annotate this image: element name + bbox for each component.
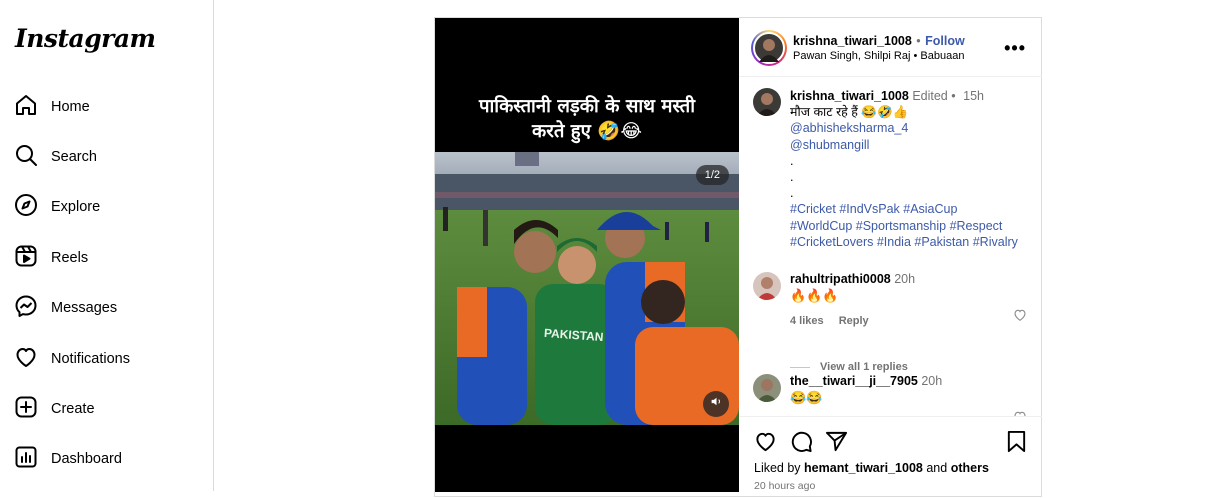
audio-track: Babuaan (920, 50, 965, 62)
comments-section: krishna_tiwari_1008 Edited • 15h मौज काट… (739, 78, 1042, 416)
separator-dot: • (916, 34, 921, 48)
edited-label: Edited (912, 89, 948, 103)
sidebar-item-label: Dashboard (51, 451, 122, 467)
avatar[interactable] (753, 272, 781, 300)
sidebar-item-label: Notifications (51, 351, 130, 367)
sidebar-item-home[interactable]: Home (14, 90, 90, 124)
post-actions: Liked by hemant_tiwari_1008 and others 2… (739, 416, 1042, 498)
post-author-username[interactable]: krishna_tiwari_1008 (793, 34, 912, 48)
sidebar-item-label: Messages (51, 300, 118, 316)
post-caption: krishna_tiwari_1008 Edited • 15h मौज काट… (790, 88, 1035, 250)
avatar (753, 32, 785, 64)
comment-item: the__tiwari__ji__7905 20h 😂😂 (790, 373, 1010, 406)
view-replies-label: View all 1 replies (820, 361, 908, 373)
comment-time: 20h (921, 374, 943, 388)
comment-item: rahultripathi0008 20h 🔥🔥🔥 4 likes Reply (790, 271, 1010, 330)
sidebar-item-search[interactable]: Search (14, 140, 97, 174)
instagram-logo[interactable]: Instagram (15, 24, 156, 53)
separator-dot: • (951, 89, 956, 103)
home-icon (14, 93, 38, 122)
caption-dot: . (790, 170, 794, 185)
overlay-line: करते हुए 🤣😂 (532, 121, 642, 142)
media-overlay-text: पाकिस्तानी लड़की के साथ मस्ती करते हुए 🤣… (435, 94, 739, 144)
hashtags[interactable]: #CricketLovers #India #Pakistan #Rivalry (790, 234, 1035, 250)
hashtags[interactable]: #Cricket #IndVsPak #AsiaCup (790, 201, 1035, 217)
sidebar-item-label: Create (51, 401, 95, 417)
bookmark-icon[interactable] (1005, 430, 1028, 453)
sidebar-item-reels[interactable]: Reels (14, 241, 88, 275)
post-media[interactable]: पाकिस्तानी लड़की के साथ मस्ती करते हुए 🤣… (435, 18, 739, 492)
divider (790, 366, 810, 368)
comment-likes[interactable]: 4 likes (790, 315, 824, 327)
audio-info[interactable]: Pawan Singh, Shilpi Raj • Babuaan (793, 50, 964, 62)
caption-time: 15h (963, 89, 984, 103)
caption-dot: . (790, 186, 794, 201)
caption-dot: . (790, 153, 794, 168)
comment-like-heart-icon[interactable] (1013, 308, 1027, 322)
avatar[interactable] (753, 88, 781, 116)
liked-by-and: and (926, 461, 948, 475)
dashboard-icon (14, 445, 38, 474)
sidebar-item-dashboard[interactable]: Dashboard (14, 442, 122, 476)
post-timestamp[interactable]: 20 hours ago (754, 480, 815, 492)
sidebar-item-explore[interactable]: Explore (14, 190, 100, 224)
share-send-icon[interactable] (825, 430, 848, 453)
mention-link[interactable]: @abhisheksharma_4 (790, 120, 1035, 136)
liked-by-prefix: Liked by (754, 461, 801, 475)
audio-artists: Pawan Singh, Shilpi Raj (793, 50, 911, 62)
view-replies-button[interactable]: View all 1 replies (790, 361, 908, 373)
search-icon (14, 143, 38, 172)
reels-icon (14, 244, 38, 273)
post-header: krishna_tiwari_1008 • Follow Pawan Singh… (739, 18, 1042, 77)
sidebar-item-label: Explore (51, 199, 101, 215)
liked-by-username[interactable]: hemant_tiwari_1008 (804, 461, 923, 475)
like-heart-icon[interactable] (754, 430, 777, 453)
comment-username[interactable]: rahultripathi0008 (790, 272, 891, 286)
comment-text: 😂😂 (790, 390, 823, 406)
heart-icon (14, 345, 38, 374)
separator-dot: • (913, 50, 918, 62)
sidebar: Instagram Home Search Explore Reels Mess… (0, 0, 214, 491)
caption-username[interactable]: krishna_tiwari_1008 (790, 89, 909, 103)
speaker-icon (710, 395, 723, 413)
sidebar-item-label: Reels (51, 250, 89, 266)
post-dialog: पाकिस्तानी लड़की के साथ मस्ती करते हुए 🤣… (434, 17, 1042, 497)
avatar[interactable] (753, 374, 781, 402)
sidebar-item-label: Home (51, 99, 90, 115)
mention-link[interactable]: @shubmangill (790, 137, 1035, 153)
more-options-icon[interactable]: ••• (1004, 38, 1026, 59)
comment-time: 20h (894, 272, 916, 286)
reply-button[interactable]: Reply (839, 315, 869, 327)
post-photo (435, 152, 739, 425)
sidebar-item-label: Search (51, 149, 97, 165)
post-details-panel: krishna_tiwari_1008 • Follow Pawan Singh… (739, 18, 1042, 498)
comment-bubble-icon[interactable] (790, 430, 813, 453)
caption-text: मौज काट रहे हैं 😂🤣👍 (790, 105, 909, 120)
liked-by-text: Liked by hemant_tiwari_1008 and others (754, 461, 989, 475)
sidebar-item-messages[interactable]: Messages (14, 291, 117, 325)
liked-by-others[interactable]: others (951, 461, 989, 475)
story-ring-avatar[interactable] (751, 30, 787, 66)
media-page-indicator: 1/2 (695, 165, 729, 185)
comment-username[interactable]: the__tiwari__ji__7905 (790, 374, 918, 388)
plus-square-icon (14, 395, 38, 424)
sound-toggle-button[interactable] (703, 391, 729, 417)
compass-icon (14, 193, 38, 222)
comment-text: 🔥🔥🔥 (790, 288, 839, 304)
sidebar-item-create[interactable]: Create (14, 392, 95, 426)
sidebar-item-notifications[interactable]: Notifications (14, 342, 130, 376)
overlay-line: पाकिस्तानी लड़की के साथ मस्ती (478, 96, 696, 117)
hashtags[interactable]: #WorldCup #Sportsmanship #Respect (790, 218, 1035, 234)
follow-button[interactable]: Follow (925, 34, 965, 48)
messenger-icon (14, 294, 38, 323)
